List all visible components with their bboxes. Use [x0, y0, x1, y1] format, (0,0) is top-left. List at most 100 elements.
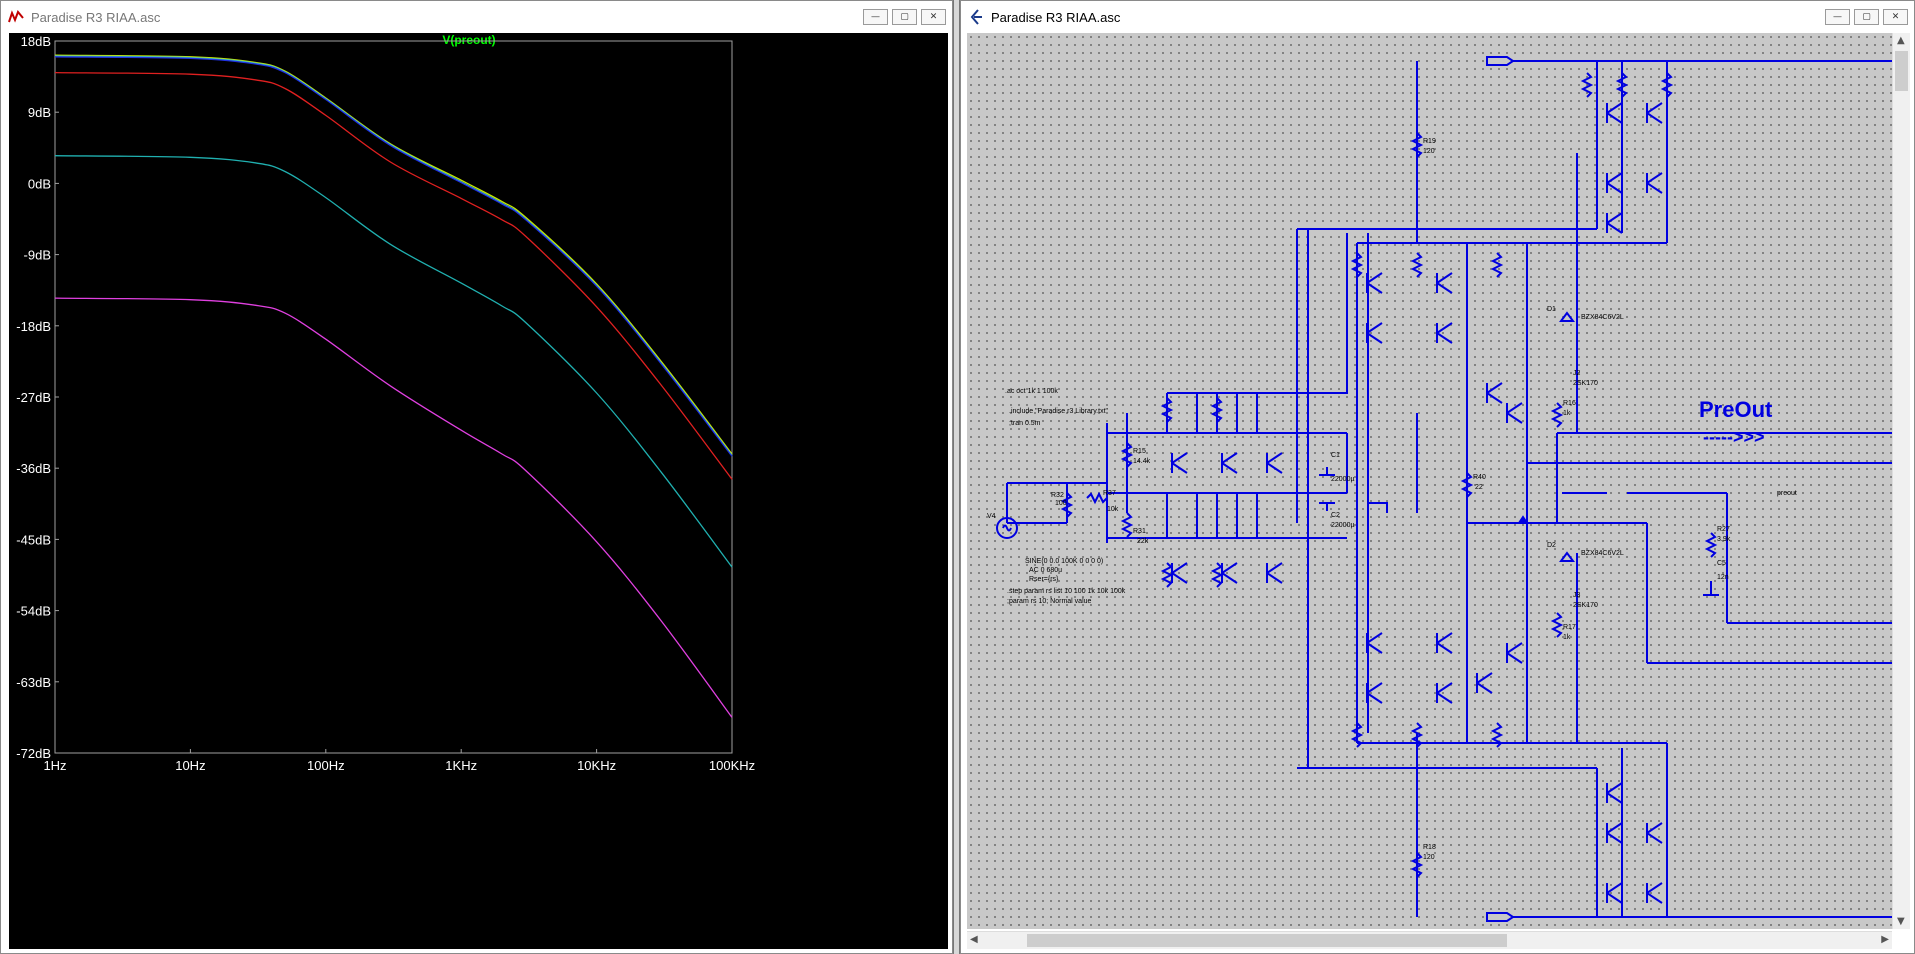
y-tick-label: 9dB: [28, 105, 51, 120]
plot-titlebar[interactable]: Paradise R3 RIAA.asc — ▢ ✕: [1, 1, 952, 33]
bode-plot[interactable]: V(preout) 18dB 9dB 0dB -9dB -18dB -27dB -36dB -…: [9, 33, 948, 949]
minimize-button[interactable]: —: [863, 9, 888, 25]
r40-label[interactable]: R40: [1473, 474, 1486, 481]
schematic-window-title: Paradise R3 RIAA.asc: [991, 9, 1121, 25]
maximize-button[interactable]: ▢: [1854, 9, 1879, 25]
c2-value[interactable]: 22000µ: [1331, 522, 1355, 529]
trace-line[interactable]: [54, 55, 733, 456]
c5-value[interactable]: 12n: [1717, 574, 1729, 581]
scroll-up-arrow-icon[interactable]: ▲: [1897, 35, 1905, 46]
preout-label[interactable]: PreOut: [1699, 397, 1773, 422]
window-divider[interactable]: [953, 0, 960, 954]
plot-window-title: Paradise R3 RIAA.asc: [31, 9, 161, 25]
y-tick-label: -36dB: [16, 461, 51, 476]
r37-value[interactable]: 10k: [1107, 506, 1119, 513]
c5-label[interactable]: C5: [1717, 560, 1726, 567]
d1-model[interactable]: BZX84C6V2L: [1581, 314, 1624, 321]
r32-label[interactable]: R32: [1051, 492, 1064, 499]
horizontal-scroll-thumb[interactable]: [1027, 934, 1507, 947]
scroll-down-arrow-icon[interactable]: ▼: [1897, 916, 1905, 927]
r18-label[interactable]: R18: [1423, 844, 1436, 851]
schematic-drawing[interactable]: .ac oct 1k 1 100k .include "Paradise r3 …: [967, 33, 1892, 929]
x-tick-label: 10Hz: [175, 758, 205, 773]
source-spec-1[interactable]: SINE(0 0.0 100K 0 0 0 0): [1025, 558, 1103, 565]
x-tick-label: 10KHz: [577, 758, 616, 773]
r31-value[interactable]: 22k: [1137, 538, 1149, 545]
trace-line[interactable]: [54, 297, 733, 718]
directive-ac[interactable]: .ac oct 1k 1 100k: [1005, 388, 1058, 395]
x-tick-label: 1Hz: [43, 758, 66, 773]
d2-model[interactable]: BZX84C6V2L: [1581, 550, 1624, 557]
r15-value[interactable]: 14.4k: [1133, 458, 1151, 465]
schematic-text: .ac oct 1k 1 100k .include "Paradise r3 …: [987, 138, 1797, 861]
trace-line[interactable]: [54, 71, 733, 480]
r32-value[interactable]: 100: [1055, 500, 1067, 507]
r37-label[interactable]: R37: [1103, 490, 1116, 497]
source-spec-3[interactable]: Rser={rs}: [1029, 576, 1059, 583]
y-tick-label: -63dB: [16, 675, 51, 690]
schematic-titlebar[interactable]: Paradise R3 RIAA.asc — ▢ ✕: [961, 1, 1914, 33]
r27-label[interactable]: R27: [1717, 526, 1730, 533]
close-button[interactable]: ✕: [921, 9, 946, 25]
directive-tran[interactable]: ;tran 0.5m: [1009, 420, 1041, 427]
c1-value[interactable]: 22000µ: [1331, 476, 1355, 483]
y-tick-label: 18dB: [21, 34, 51, 49]
r15-label[interactable]: R15: [1133, 448, 1146, 455]
schematic-window: Paradise R3 RIAA.asc — ▢ ✕ .ac oct 1k 1 …: [960, 0, 1915, 954]
d2-label[interactable]: D2: [1547, 542, 1556, 549]
r19-value[interactable]: 120: [1423, 148, 1435, 155]
vertical-scrollbar[interactable]: ▲ ▼: [1892, 33, 1910, 929]
c2-label[interactable]: C2: [1331, 512, 1340, 519]
r16-value[interactable]: 1k: [1563, 410, 1571, 417]
preout-net-label[interactable]: preout: [1777, 490, 1797, 497]
waveform-app-icon: [7, 8, 25, 26]
waveform-window: Paradise R3 RIAA.asc — ▢ ✕ V(preout) 18d…: [0, 0, 953, 954]
minimize-button[interactable]: —: [1825, 9, 1850, 25]
preout-arrow: ----->>>: [1703, 427, 1765, 447]
x-tick-label: 100KHz: [709, 758, 755, 773]
j3-label[interactable]: J3: [1573, 592, 1581, 599]
close-button[interactable]: ✕: [1883, 9, 1908, 25]
plot-area[interactable]: V(preout) 18dB 9dB 0dB -9dB -18dB -27dB -36dB -…: [9, 33, 948, 949]
j2-model[interactable]: 2SK170: [1573, 380, 1598, 387]
r31-label[interactable]: R31: [1133, 528, 1146, 535]
schematic-wires: [1006, 56, 1892, 922]
trace-line[interactable]: [54, 56, 733, 457]
trace-label[interactable]: V(preout): [442, 33, 495, 47]
r17-label[interactable]: R17: [1563, 624, 1576, 631]
traces: [54, 54, 733, 718]
y-tick-label: -27dB: [16, 390, 51, 405]
r19-label[interactable]: R19: [1423, 138, 1436, 145]
y-tick-label: -54dB: [16, 604, 51, 619]
r17-value[interactable]: 1k: [1563, 634, 1571, 641]
trace-line[interactable]: [54, 155, 733, 568]
y-tick-label: -9dB: [24, 248, 51, 263]
step-directive[interactable]: .step param rs list 10 100 1k 10k 100k: [1007, 588, 1126, 595]
vertical-scroll-thumb[interactable]: [1895, 51, 1908, 91]
y-axis-ticks: 18dB 9dB 0dB -9dB -18dB -27dB -36dB -45dB -54dB -…: [16, 34, 59, 761]
y-tick-label: 0dB: [28, 176, 51, 191]
r18-value[interactable]: 120: [1423, 854, 1435, 861]
r40-value[interactable]: 22: [1475, 484, 1483, 491]
y-tick-label: -45dB: [16, 532, 51, 547]
r27-value[interactable]: 3.9k: [1717, 536, 1731, 543]
source-spec-2[interactable]: AC 0 680u: [1029, 567, 1062, 574]
d1-label[interactable]: D1: [1547, 306, 1556, 313]
v4-label[interactable]: V4: [987, 513, 996, 520]
x-tick-label: 1KHz: [445, 758, 477, 773]
x-tick-label: 100Hz: [307, 758, 345, 773]
horizontal-scrollbar[interactable]: ◀ ▶: [967, 931, 1892, 949]
schematic-canvas[interactable]: .ac oct 1k 1 100k .include "Paradise r3 …: [967, 33, 1892, 929]
param-comment[interactable]: ;param rs 10; Normal value: [1007, 598, 1092, 605]
c1-label[interactable]: C1: [1331, 452, 1340, 459]
j3-model[interactable]: 2SK170: [1573, 602, 1598, 609]
scroll-right-arrow-icon[interactable]: ▶: [1881, 934, 1889, 945]
r16-label[interactable]: R16: [1563, 400, 1576, 407]
maximize-button[interactable]: ▢: [892, 9, 917, 25]
scroll-left-arrow-icon[interactable]: ◀: [970, 934, 978, 945]
trace-line[interactable]: [54, 54, 733, 455]
y-tick-label: -18dB: [16, 319, 51, 334]
j2-label[interactable]: J2: [1573, 370, 1581, 377]
directive-include[interactable]: .include "Paradise r3 Library.txt": [1009, 408, 1109, 415]
schematic-app-icon: [967, 8, 985, 26]
